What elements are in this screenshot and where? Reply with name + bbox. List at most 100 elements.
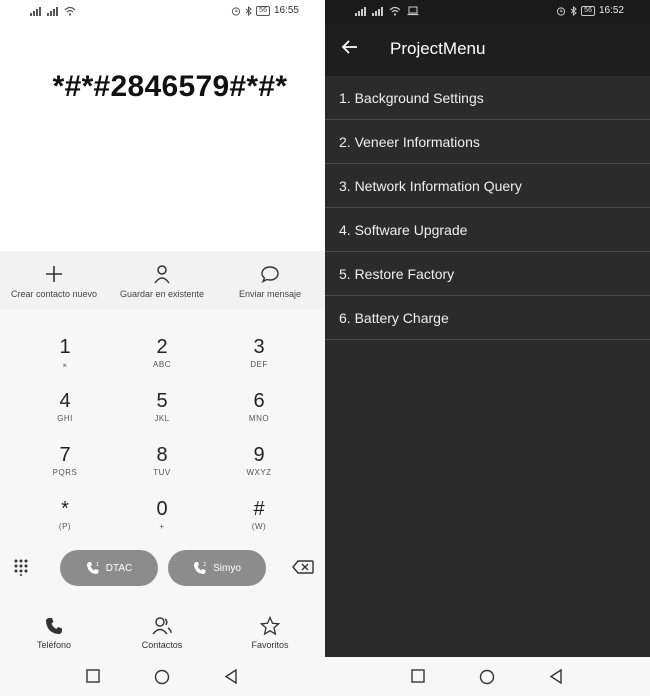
phone-sim1-icon: 1	[86, 562, 99, 574]
voicemail-icon: ⌅	[61, 360, 69, 369]
recent-apps-icon[interactable]	[411, 669, 425, 683]
key-7[interactable]: 7 PQRS	[11, 443, 119, 497]
key-letters: TUV	[153, 468, 171, 477]
back-icon[interactable]	[549, 669, 563, 684]
key-letters: GHI	[57, 414, 73, 423]
key-digit: 1	[59, 336, 71, 358]
message-bubble-icon	[261, 266, 279, 283]
key-digit: 6	[253, 390, 265, 412]
key-letters: (W)	[251, 522, 267, 531]
key-digit: 0	[156, 498, 168, 520]
signal-icon	[30, 7, 41, 16]
bluetooth-icon	[245, 5, 252, 16]
create-contact-button[interactable]: Crear contacto nuevo	[0, 263, 108, 299]
recent-apps-icon[interactable]	[86, 669, 100, 683]
key-letters: WXYZ	[246, 468, 272, 477]
back-icon[interactable]	[224, 669, 238, 684]
send-message-button[interactable]: Enviar mensaje	[216, 263, 324, 299]
key-5[interactable]: 5 JKL	[108, 389, 216, 443]
wifi-icon	[389, 6, 401, 16]
app-toolbar: ProjectMenu	[325, 24, 650, 76]
key-letters: DEF	[250, 360, 268, 369]
menu-item-battery-charge[interactable]: 6. Battery Charge	[325, 296, 650, 340]
wifi-icon	[64, 6, 76, 16]
star-icon	[260, 616, 280, 636]
call-button-label: Simyo	[213, 562, 241, 574]
key-digit: 4	[59, 390, 71, 412]
back-arrow-icon[interactable]	[341, 38, 359, 56]
key-digit: 8	[156, 444, 168, 466]
key-letters: ABC	[153, 360, 171, 369]
key-digit: #	[253, 498, 265, 520]
nav-label: Teléfono	[36, 640, 72, 650]
key-6[interactable]: 6 MNO	[205, 389, 313, 443]
call-sim1-button[interactable]: 1 DTAC	[60, 550, 158, 586]
action-label: Enviar mensaje	[238, 289, 302, 299]
call-row: 1 DTAC 2 Simyo	[0, 543, 325, 601]
menu-item-software-upgrade[interactable]: 4. Software Upgrade	[325, 208, 650, 252]
keypad: 1 ⌅ 2 ABC 3 DEF 4 GHI 5 JKL 6 MNO 7 PQRS 8 TUV 9…	[0, 309, 325, 543]
system-navigation-bar	[0, 657, 325, 696]
menu-item-veneer-informations[interactable]: 2. Veneer Informations	[325, 120, 650, 164]
backspace-icon[interactable]	[292, 560, 314, 579]
signal-icon	[372, 7, 383, 16]
signal-icon	[355, 7, 366, 16]
signal-icon	[47, 7, 58, 16]
page-title: ProjectMenu	[390, 39, 486, 58]
battery-icon: 56	[256, 5, 270, 16]
save-existing-button[interactable]: Guardar en existente	[108, 263, 216, 299]
key-digit: 3	[253, 336, 265, 358]
key-9[interactable]: 9 WXYZ	[205, 443, 313, 497]
project-menu-screen: 56 16:52 ProjectMenu 1. Background Setti…	[325, 0, 650, 657]
alarm-icon	[232, 6, 241, 16]
phone-icon	[46, 618, 62, 634]
key-4[interactable]: 4 GHI	[11, 389, 119, 443]
home-icon[interactable]	[479, 669, 495, 685]
call-sim2-button[interactable]: 2 Simyo	[168, 550, 266, 586]
key-letters: PQRS	[52, 468, 78, 477]
svg-text:1: 1	[96, 562, 99, 568]
project-menu-list: 1. Background Settings 2. Veneer Informa…	[325, 76, 650, 340]
status-time: 16:52	[598, 5, 624, 16]
contacts-icon	[152, 617, 172, 635]
key-digit: 5	[156, 390, 168, 412]
phone-sim2-icon: 2	[194, 562, 206, 574]
action-label: Guardar en existente	[119, 289, 205, 299]
plus-icon	[46, 266, 62, 282]
key-letters: MNO	[248, 414, 270, 423]
bottom-navigation: Teléfono Contactos Favoritos	[0, 601, 325, 657]
key-8[interactable]: 8 TUV	[108, 443, 216, 497]
key-1[interactable]: 1 ⌅	[11, 335, 119, 389]
action-label: Crear contacto nuevo	[10, 289, 98, 299]
key-digit: 2	[156, 336, 168, 358]
home-icon[interactable]	[154, 669, 170, 685]
key-3[interactable]: 3 DEF	[205, 335, 313, 389]
menu-item-background-settings[interactable]: 1. Background Settings	[325, 76, 650, 120]
person-icon	[154, 265, 170, 284]
key-digit: *	[61, 498, 69, 520]
nav-phone-tab[interactable]: Teléfono	[14, 615, 94, 650]
nav-contacts-tab[interactable]: Contactos	[122, 615, 202, 650]
dialer-screen: 56 16:55 *#*#2846579#*#* Crear contacto …	[0, 0, 325, 696]
status-time: 16:55	[273, 5, 299, 16]
dialer-actions: Crear contacto nuevo Guardar en existent…	[0, 251, 325, 309]
menu-item-network-information-query[interactable]: 3. Network Information Query	[325, 164, 650, 208]
status-bar: 56 16:55	[0, 0, 325, 24]
dialed-number-display: *#*#2846579#*#*	[52, 70, 288, 103]
call-button-label: DTAC	[105, 562, 133, 574]
key-2[interactable]: 2 ABC	[108, 335, 216, 389]
bluetooth-icon	[570, 5, 577, 16]
system-navigation-bar	[325, 657, 650, 696]
key-digit: 9	[253, 444, 265, 466]
key-digit: 7	[59, 444, 71, 466]
dialpad-toggle-icon[interactable]	[13, 558, 29, 581]
nav-label: Contactos	[141, 640, 183, 650]
nav-favorites-tab[interactable]: Favoritos	[230, 615, 310, 650]
laptop-icon	[407, 6, 419, 16]
nav-label: Favoritos	[251, 640, 289, 650]
alarm-icon	[557, 6, 566, 16]
key-letters: JKL	[154, 414, 170, 423]
battery-icon: 56	[581, 5, 595, 16]
menu-item-restore-factory[interactable]: 5. Restore Factory	[325, 252, 650, 296]
key-letters: (P)	[58, 522, 72, 531]
